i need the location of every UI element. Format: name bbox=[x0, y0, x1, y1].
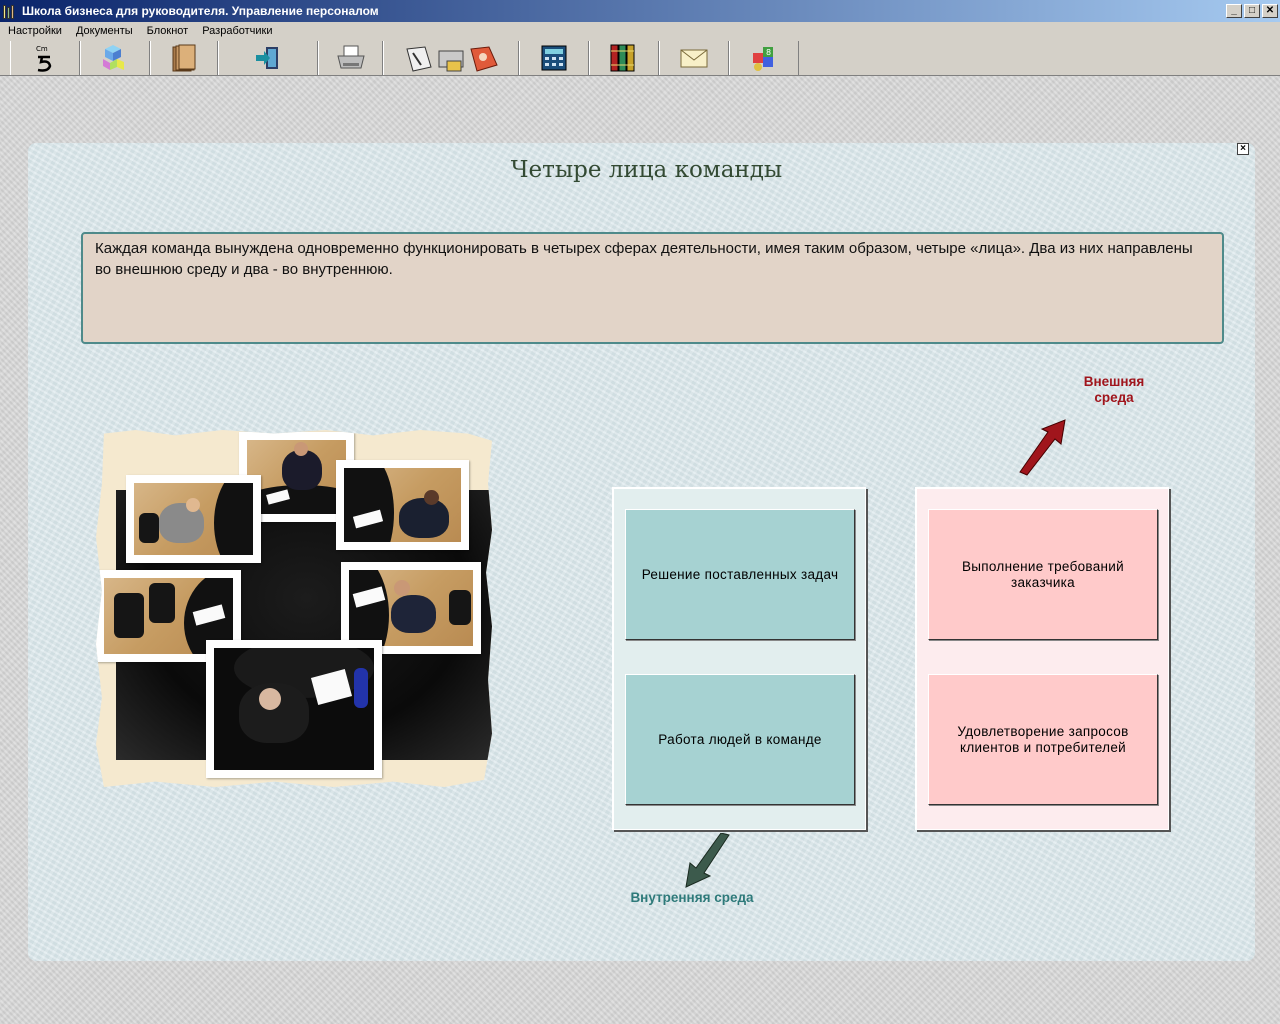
exit-button[interactable] bbox=[218, 41, 318, 75]
external-faces-group: Выполнение требований заказчика Удовлетв… bbox=[915, 487, 1169, 830]
folders-button[interactable] bbox=[150, 41, 218, 75]
internal-arrow-icon bbox=[685, 833, 730, 888]
menu-developers[interactable]: Разработчики bbox=[194, 25, 278, 37]
external-arrow-icon bbox=[1019, 419, 1066, 476]
team-meeting-collage bbox=[96, 430, 492, 787]
calculator-button[interactable] bbox=[519, 41, 589, 75]
mail-button[interactable] bbox=[659, 41, 729, 75]
minimize-button[interactable]: _ bbox=[1226, 4, 1242, 18]
internal-faces-group: Решение поставленных задач Работа людей … bbox=[612, 487, 866, 830]
menu-bar: Настройки Документы Блокнот Разработчики bbox=[0, 22, 1280, 40]
cmd-5-icon: Cm bbox=[36, 45, 52, 72]
photo-man-right bbox=[336, 460, 469, 550]
tile-solving-tasks[interactable]: Решение поставленных задач bbox=[625, 509, 855, 640]
puzzle-button[interactable]: 8 bbox=[729, 41, 799, 75]
books-app-icon bbox=[3, 3, 19, 19]
internal-environment-label: Внутренняя среда bbox=[630, 890, 754, 905]
close-panel-button[interactable]: × bbox=[1237, 143, 1249, 155]
close-window-button[interactable]: ✕ bbox=[1262, 4, 1278, 18]
cmd-5-button[interactable]: Cm bbox=[10, 41, 80, 75]
calculator-icon bbox=[541, 45, 567, 71]
tile-team-work[interactable]: Работа людей в команде bbox=[625, 674, 855, 805]
description-text: Каждая команда вынуждена одновременно фу… bbox=[95, 240, 1193, 278]
maximize-button[interactable]: □ bbox=[1244, 4, 1260, 18]
page-title: Четыре лица команды bbox=[510, 157, 783, 183]
envelope-icon bbox=[680, 49, 708, 68]
print-button[interactable] bbox=[318, 41, 383, 75]
tools-icon bbox=[406, 46, 498, 72]
photo-bald-man bbox=[206, 640, 382, 778]
photo-woman-left bbox=[126, 475, 261, 563]
description-box: Каждая команда вынуждена одновременно фу… bbox=[81, 232, 1224, 344]
external-environment-label: Внешняя среда bbox=[1083, 374, 1145, 405]
svg-text:Cm: Cm bbox=[36, 45, 48, 53]
tile-client-satisfaction[interactable]: Удовлетворение запросов клиентов и потре… bbox=[928, 674, 1158, 805]
cubes-button[interactable] bbox=[80, 41, 150, 75]
folders-icon bbox=[172, 44, 196, 72]
window-title: Школа бизнеса для руководителя. Управлен… bbox=[22, 4, 379, 18]
books-icon bbox=[610, 44, 635, 72]
menu-documents[interactable]: Документы bbox=[68, 25, 139, 37]
cubes-icon bbox=[103, 45, 124, 70]
tile-customer-requirements[interactable]: Выполнение требований заказчика bbox=[928, 509, 1158, 640]
printer-icon bbox=[336, 45, 365, 69]
svg-text:8: 8 bbox=[766, 48, 771, 57]
tools-button[interactable] bbox=[383, 41, 519, 75]
puzzle-icon: 8 bbox=[753, 47, 773, 71]
toolbar: Cm 8 bbox=[0, 40, 1280, 76]
library-button[interactable] bbox=[589, 41, 659, 75]
exit-door-icon bbox=[256, 47, 278, 69]
menu-settings[interactable]: Настройки bbox=[0, 25, 68, 37]
title-bar: Школа бизнеса для руководителя. Управлен… bbox=[0, 0, 1280, 22]
menu-notepad[interactable]: Блокнот bbox=[139, 25, 195, 37]
